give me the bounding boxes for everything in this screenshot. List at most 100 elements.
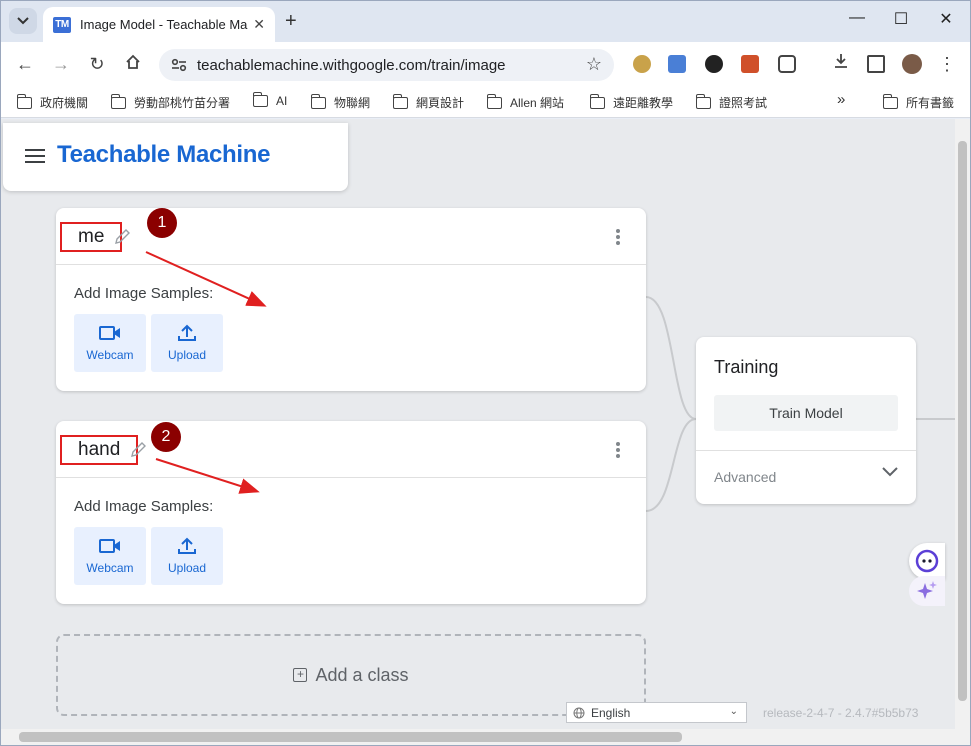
upload-button[interactable]: Upload xyxy=(151,527,223,585)
folder-icon xyxy=(882,93,898,109)
class-card: hand Add Image Samples: Webcam Upload xyxy=(56,421,646,604)
add-class-label: Add a class xyxy=(315,664,409,685)
sparkle-button[interactable] xyxy=(909,576,945,606)
reload-icon[interactable]: ↻ xyxy=(86,54,108,74)
folder-icon xyxy=(695,93,711,109)
tab-strip: TM Image Model - Teachable Ma ✕ + — ☐ ✕ xyxy=(1,1,970,42)
class-card: me Add Image Samples: Webcam Upload xyxy=(56,208,646,391)
folder-icon xyxy=(486,93,502,109)
menu-kebab-icon[interactable]: ⋮ xyxy=(936,54,958,74)
minimize-icon[interactable]: — xyxy=(845,9,869,27)
divider xyxy=(696,450,916,451)
bookmark-folder[interactable]: 遠距離教學 xyxy=(589,93,673,111)
tab-search-button[interactable] xyxy=(9,8,37,34)
hamburger-menu-icon[interactable] xyxy=(25,149,45,163)
site-info-icon[interactable] xyxy=(171,58,187,72)
folder-icon xyxy=(252,92,268,107)
upload-icon xyxy=(178,537,196,554)
scrollbar-thumb[interactable] xyxy=(19,732,682,742)
chevron-down-icon[interactable] xyxy=(882,467,898,477)
download-icon[interactable] xyxy=(830,52,852,74)
webcam-icon xyxy=(99,539,120,553)
release-version: release-2-4-7 - 2.4.7#5b5b73 xyxy=(763,706,919,720)
annotation-badge: 1 xyxy=(147,208,177,238)
address-bar[interactable]: teachablemachine.withgoogle.com/train/im… xyxy=(159,49,614,81)
webcam-button[interactable]: Webcam xyxy=(74,527,146,585)
upload-icon xyxy=(178,324,196,341)
vertical-scrollbar[interactable] xyxy=(955,119,970,729)
back-icon[interactable]: ← xyxy=(14,54,36,74)
teachable-machine-favicon: TM xyxy=(53,16,71,33)
tab-title: Image Model - Teachable Ma xyxy=(80,17,248,32)
class-options-kebab-icon[interactable] xyxy=(616,442,620,458)
class-header: me xyxy=(56,208,646,265)
webcam-label: Webcam xyxy=(86,561,134,575)
browser-tab-active[interactable]: TM Image Model - Teachable Ma ✕ xyxy=(43,7,275,42)
advanced-toggle[interactable]: Advanced xyxy=(714,469,776,485)
page-content: Teachable Machine me Add Image Samples: … xyxy=(1,119,955,729)
sparkle-icon xyxy=(917,581,937,599)
webcam-icon xyxy=(99,326,120,340)
webcam-button[interactable]: Webcam xyxy=(74,314,146,372)
browser-window: TM Image Model - Teachable Ma ✕ + — ☐ ✕ … xyxy=(0,0,971,746)
bookmark-folder[interactable]: 物聯網 xyxy=(310,93,370,111)
edit-pencil-icon[interactable] xyxy=(113,228,131,246)
add-samples-label: Add Image Samples: xyxy=(74,285,214,302)
browser-toolbar: ← → ↻ teachablemachine.withgoogle.com/tr… xyxy=(1,42,970,86)
bookmark-star-icon[interactable]: ☆ xyxy=(586,54,602,75)
app-title[interactable]: Teachable Machine xyxy=(57,141,271,169)
home-icon[interactable] xyxy=(122,54,144,74)
scrollbar-thumb[interactable] xyxy=(958,141,967,701)
translate-extension-icon[interactable] xyxy=(668,55,686,73)
folder-icon xyxy=(392,93,408,109)
class-header: hand xyxy=(56,421,646,478)
side-panel-icon[interactable] xyxy=(867,55,885,73)
annotation-badge: 2 xyxy=(151,422,181,452)
folder-icon xyxy=(16,93,32,109)
extensions-puzzle-icon[interactable] xyxy=(778,55,796,73)
webcam-label: Webcam xyxy=(86,348,134,362)
globe-icon xyxy=(573,707,585,718)
extension-icon[interactable] xyxy=(741,55,759,73)
close-tab-icon[interactable]: ✕ xyxy=(253,16,265,33)
new-tab-button[interactable]: + xyxy=(285,11,297,31)
folder-icon xyxy=(310,93,326,109)
close-window-icon[interactable]: ✕ xyxy=(934,9,958,29)
bookmark-folder[interactable]: AI xyxy=(252,92,287,108)
extension-icon[interactable] xyxy=(633,55,651,73)
assistant-button[interactable] xyxy=(909,543,945,579)
class-options-kebab-icon[interactable] xyxy=(616,229,620,245)
bookmark-folder[interactable]: 政府機關 xyxy=(16,93,88,111)
plus-icon: + xyxy=(293,668,308,682)
url-text: teachablemachine.withgoogle.com/train/im… xyxy=(197,56,506,74)
bookmark-folder[interactable]: 勞動部桃竹苗分署 xyxy=(110,93,230,111)
app-header: Teachable Machine xyxy=(3,123,348,191)
class-name-field[interactable]: hand xyxy=(60,435,139,465)
profile-avatar[interactable] xyxy=(902,54,922,74)
horizontal-scrollbar[interactable] xyxy=(1,729,970,745)
bookmark-folder[interactable]: 網頁設計 xyxy=(392,93,464,111)
add-class-button[interactable]: + Add a class xyxy=(56,634,646,716)
language-value: English xyxy=(591,705,631,720)
upload-label: Upload xyxy=(167,348,207,362)
language-select[interactable]: English ⌄ xyxy=(566,702,747,723)
extension-icon[interactable] xyxy=(705,55,723,73)
folder-icon xyxy=(589,93,605,109)
add-samples-label: Add Image Samples: xyxy=(74,498,214,515)
folder-icon xyxy=(110,93,126,109)
all-bookmarks-folder[interactable]: 所有書籤 xyxy=(882,93,954,111)
chevron-down-icon xyxy=(17,17,29,25)
forward-icon[interactable]: → xyxy=(50,54,72,74)
training-title: Training xyxy=(714,357,779,377)
bookmarks-overflow-button[interactable]: » xyxy=(837,91,845,108)
maximize-icon[interactable]: ☐ xyxy=(889,9,913,29)
upload-label: Upload xyxy=(167,561,207,575)
bookmark-folder[interactable]: Allen 網站 xyxy=(486,93,564,111)
train-model-button[interactable]: Train Model xyxy=(714,395,898,431)
upload-button[interactable]: Upload xyxy=(151,314,223,372)
assistant-face-icon xyxy=(915,549,939,573)
bookmark-folder[interactable]: 證照考試 xyxy=(695,93,767,111)
bookmarks-bar: 政府機關 勞動部桃竹苗分署 AI 物聯網 網頁設計 Allen 網站 遠距離教學… xyxy=(1,86,970,118)
dropdown-arrow-icon: ⌄ xyxy=(729,706,738,717)
edit-pencil-icon[interactable] xyxy=(129,441,147,459)
